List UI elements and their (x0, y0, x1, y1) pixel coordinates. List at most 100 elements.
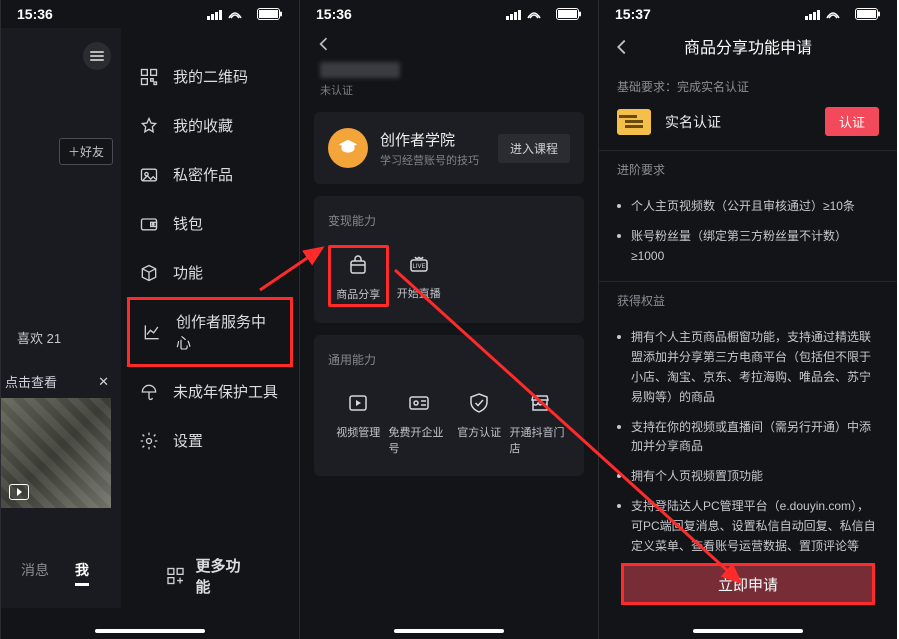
shield-check-icon (466, 390, 492, 416)
graduation-cap-icon (328, 128, 368, 168)
drawer-label: 设置 (173, 430, 203, 451)
list-item: 支持登陆达人PC管理平台（e.douyin.com），可PC端回复消息、设置私信… (617, 492, 879, 561)
id-card-icon (406, 390, 432, 416)
ability-start-live[interactable]: LIVE 开始直播 (389, 245, 450, 307)
ability-official-verify[interactable]: 官方认证 (449, 384, 510, 460)
ability-label: 官方认证 (457, 424, 501, 440)
advanced-req-list: 个人主页视频数（公开且审核通过）≥10条 账号粉丝量（绑定第三方粉丝量不计数）≥… (617, 190, 879, 277)
play-icon (9, 484, 29, 500)
header (300, 26, 598, 58)
ability-label: 视频管理 (336, 424, 380, 440)
verify-button[interactable]: 认证 (825, 107, 879, 136)
status-bar: 15:37 (599, 0, 897, 26)
screen-1-settings-drawer: 15:36 ＋好友 喜欢 21 点击查看 ✕ 消息 我 我的二维码 我 (0, 0, 299, 639)
academy-title: 创作者学院 (380, 129, 479, 150)
realname-verify-row: 实名认证 认证 (617, 107, 879, 136)
tab-messages[interactable]: 消息 (21, 560, 49, 586)
video-thumbnail[interactable] (1, 398, 111, 508)
grid-plus-icon (166, 566, 186, 586)
drawer-item-private[interactable]: 私密作品 (121, 150, 299, 199)
status-indicators (506, 8, 582, 20)
drawer-item-function[interactable]: 功能 (121, 248, 299, 297)
home-indicator (95, 629, 205, 633)
status-time: 15:36 (316, 6, 352, 22)
status-time: 15:37 (615, 6, 651, 22)
wallet-icon (139, 214, 159, 234)
ability-enterprise[interactable]: 免费开企业号 (389, 384, 450, 460)
status-bar: 15:36 (1, 0, 299, 26)
drawer-label: 创作者服务中心 (176, 311, 278, 353)
drawer-label: 未成年保护工具 (173, 381, 278, 402)
status-bar: 15:36 (300, 0, 598, 26)
drawer-item-creator-center[interactable]: 创作者服务中心 (127, 297, 293, 367)
settings-drawer: 我的二维码 我的收藏 私密作品 钱包 功能 创作者服务中心 未成年保护工具 设 (121, 28, 299, 639)
hamburger-icon (90, 51, 104, 61)
hamburger-button[interactable] (83, 42, 111, 70)
bag-icon (345, 252, 371, 278)
ability-video-manage[interactable]: 视频管理 (328, 384, 389, 460)
star-icon (139, 116, 159, 136)
ability-label: 免费开企业号 (389, 424, 450, 456)
store-icon (527, 390, 553, 416)
battery-icon (257, 8, 283, 20)
list-item: 账号粉丝量（绑定第三方粉丝量不计数）≥1000 (617, 222, 879, 272)
status-indicators (207, 8, 283, 20)
drawer-more-label: 更多功能 (196, 555, 255, 597)
live-icon: LIVE (406, 251, 432, 277)
back-button[interactable] (314, 34, 334, 54)
enter-course-button[interactable]: 进入课程 (498, 134, 570, 163)
drawer-label: 私密作品 (173, 164, 233, 185)
tab-me[interactable]: 我 (75, 560, 89, 586)
list-item: 拥有个人页视频置顶功能 (617, 462, 879, 492)
divider (599, 281, 897, 282)
ability-label: 商品分享 (336, 286, 380, 302)
video-icon (345, 390, 371, 416)
svg-text:LIVE: LIVE (412, 264, 425, 270)
lock-image-icon (139, 165, 159, 185)
click-view-label: 点击查看 (5, 372, 57, 391)
drawer-item-qr[interactable]: 我的二维码 (121, 52, 299, 101)
signal-wifi-icon (805, 8, 851, 20)
drawer-label: 我的二维码 (173, 66, 248, 87)
drawer-item-settings[interactable]: 设置 (121, 416, 299, 465)
status-time: 15:36 (17, 6, 53, 22)
page-title: 商品分享功能申请 (599, 26, 897, 68)
umbrella-icon (139, 382, 159, 402)
qr-icon (139, 67, 159, 87)
section-title: 通用能力 (328, 351, 570, 368)
back-button[interactable] (611, 36, 633, 58)
verify-label: 实名认证 (665, 112, 721, 132)
click-to-view-banner[interactable]: 点击查看 ✕ (1, 372, 121, 391)
drawer-item-favorites[interactable]: 我的收藏 (121, 101, 299, 150)
ability-label: 开始直播 (397, 285, 441, 301)
gear-icon (139, 431, 159, 451)
section-rights: 获得权益 (617, 292, 879, 309)
screen-3-apply-page: 15:37 商品分享功能申请 基础要求：完成实名认证 实名认证 认证 进阶要求 … (598, 0, 897, 639)
drawer-item-wallet[interactable]: 钱包 (121, 199, 299, 248)
section-title: 变现能力 (328, 212, 570, 229)
apply-now-button[interactable]: 立即申请 (621, 563, 875, 605)
chart-line-icon (142, 322, 162, 342)
battery-icon (556, 8, 582, 20)
bottom-nav: 消息 我 (1, 560, 121, 586)
drawer-label: 我的收藏 (173, 115, 233, 136)
drawer-more-functions[interactable]: 更多功能 (166, 555, 255, 597)
add-friend-button[interactable]: ＋好友 (59, 138, 113, 165)
section-basic-req: 基础要求：完成实名认证 (617, 78, 879, 95)
list-item: 支持在你的视频或直播间（需另行开通）中添加并分享商品 (617, 413, 879, 463)
ability-product-share[interactable]: 商品分享 (328, 245, 389, 307)
battery-icon (855, 8, 881, 20)
cube-icon (139, 263, 159, 283)
home-indicator (693, 629, 803, 633)
drawer-item-minor-protection[interactable]: 未成年保护工具 (121, 367, 299, 416)
ability-open-store[interactable]: 开通抖音门店 (510, 384, 571, 460)
list-item: 拥有个人主页商品橱窗功能，支持通过精选联盟添加并分享第三方电商平台（包括但不限于… (617, 323, 879, 412)
divider (599, 150, 897, 151)
ability-label: 开通抖音门店 (510, 424, 571, 456)
underlying-profile-page: ＋好友 喜欢 21 点击查看 ✕ 消息 我 (1, 28, 121, 608)
list-item: 个人主页视频数（公开且审核通过）≥10条 (617, 192, 879, 222)
close-icon[interactable]: ✕ (98, 374, 109, 390)
drawer-label: 钱包 (173, 213, 203, 234)
section-advanced-req: 进阶要求 (617, 161, 879, 178)
status-indicators (805, 8, 881, 20)
